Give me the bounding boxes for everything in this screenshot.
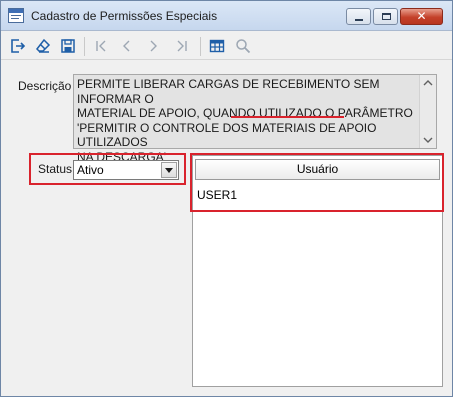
eraser-icon [36,38,51,53]
app-window-icon [8,8,24,23]
users-highlight-box [190,153,444,212]
toolbar-separator [84,37,85,56]
descricao-scrollbar[interactable] [419,75,436,148]
search-icon [236,39,251,54]
last-record-button[interactable] [171,35,193,57]
scroll-up-button[interactable] [420,75,436,91]
save-icon [61,39,75,53]
table-grid-icon [209,39,225,53]
exit-icon [11,39,26,53]
permissions-window: Cadastro de Permissões Especiais ✕ Descr… [0,0,453,397]
first-record-icon [96,40,106,52]
descricao-label: Descrição [18,79,72,93]
minimize-icon [355,19,363,21]
save-button[interactable] [57,35,79,57]
exit-button[interactable] [7,35,29,57]
previous-record-button[interactable] [116,35,138,57]
window-title: Cadastro de Permissões Especiais [31,9,218,23]
close-button[interactable]: ✕ [400,8,443,25]
descricao-text: PERMITE LIBERAR CARGAS DE RECEBIMENTO SE… [77,77,413,164]
status-label: Status [38,162,73,176]
grid-view-button[interactable] [206,35,228,57]
scroll-down-icon [423,137,433,143]
descricao-field[interactable]: PERMITE LIBERAR CARGAS DE RECEBIMENTO SE… [73,74,437,164]
first-record-button[interactable] [90,35,112,57]
next-record-icon [150,40,157,52]
next-record-button[interactable] [142,35,164,57]
toolbar [1,32,452,60]
status-select-value: Ativo [77,163,104,177]
close-icon: ✕ [416,9,427,23]
toolbar-separator [200,37,201,56]
maximize-button[interactable] [373,8,398,25]
status-select[interactable]: Ativo [73,160,179,180]
chevron-down-icon [165,168,173,173]
status-dropdown-button[interactable] [161,162,177,178]
search-button[interactable] [232,35,254,57]
highlight-underline [231,116,344,118]
last-record-icon [177,40,187,52]
scroll-down-button[interactable] [420,132,436,148]
minimize-button[interactable] [346,8,371,25]
title-bar[interactable]: Cadastro de Permissões Especiais ✕ [1,1,452,31]
scroll-up-icon [423,80,433,86]
previous-record-icon [123,40,130,52]
clear-button[interactable] [32,35,54,57]
maximize-icon [382,13,391,20]
